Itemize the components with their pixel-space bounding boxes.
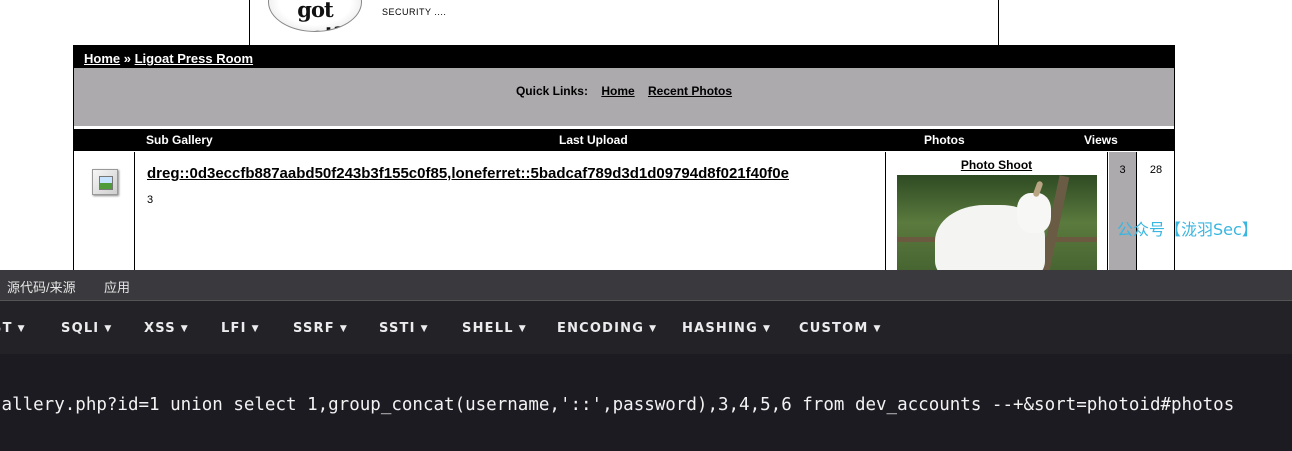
breadcrumb-text: Home » Ligoat Press Room xyxy=(84,51,253,66)
menu-lfi[interactable]: LFI ▼ xyxy=(221,321,260,336)
chevron-down-icon: ▼ xyxy=(17,324,26,334)
menu-custom[interactable]: CUSTOM ▼ xyxy=(799,321,882,336)
chevron-down-icon: ▼ xyxy=(180,324,189,334)
tagline: SECURITY .... xyxy=(382,7,447,17)
menu-hashing[interactable]: HASHING ▼ xyxy=(682,321,771,336)
chevron-down-icon: ▼ xyxy=(104,324,113,334)
chevron-down-icon: ▼ xyxy=(420,324,429,334)
devtools-tabs: 源代码/来源 应用 xyxy=(0,270,1292,301)
column-last-upload: Last Upload xyxy=(559,133,628,147)
tab-application[interactable]: 应用 xyxy=(104,277,130,296)
goat-head xyxy=(1017,193,1051,233)
url-input-area[interactable]: gallery.php?id=1 union select 1,group_co… xyxy=(0,354,1292,451)
table-row: dreg::0d3eccfb887aabd50f243b3f155c0f85,l… xyxy=(74,152,1174,295)
devtools-panel: 源代码/来源 应用 ST▼ SQLI▼ XSS▼ LFI▼ SSRF▼ SSTI… xyxy=(0,270,1292,451)
chevron-down-icon: ▼ xyxy=(762,324,772,334)
breadcrumb-home-link[interactable]: Home xyxy=(84,51,120,66)
hackbar-toolbar: ST▼ SQLI▼ XSS▼ LFI▼ SSRF▼ SSTI▼ SHELL▼ E… xyxy=(0,302,1292,354)
quick-links-label: Quick Links: xyxy=(515,84,588,98)
breadcrumb: Home » Ligoat Press Room xyxy=(74,46,1174,70)
chevron-down-icon: ▼ xyxy=(649,324,658,334)
photo-title-link[interactable]: Photo Shoot xyxy=(886,158,1107,172)
chevron-down-icon: ▼ xyxy=(339,324,348,334)
screen: got goat? SECURITY .... Home » Ligoat Pr… xyxy=(0,0,1292,451)
quick-links: Quick Links: Home Recent Photos xyxy=(74,84,1174,98)
menu-shell[interactable]: SHELL ▼ xyxy=(462,321,527,336)
image-icon[interactable] xyxy=(92,169,118,195)
menu-sqli[interactable]: SQLI ▼ xyxy=(61,321,112,336)
gallery-subtext: 3 xyxy=(147,194,154,206)
column-sub-gallery: Sub Gallery xyxy=(146,133,213,147)
logo: got goat? xyxy=(268,0,362,32)
tab-sources[interactable]: 源代码/来源 xyxy=(7,277,76,296)
quick-link-home[interactable]: Home xyxy=(601,84,634,98)
last-upload-cell: Photo Shoot xyxy=(885,152,1108,295)
gallery-table: Home » Ligoat Press Room Quick Links: Ho… xyxy=(73,45,1175,295)
watermark: 公众号【泷羽Sec】 xyxy=(1117,220,1258,239)
logo-text: got goat? xyxy=(285,0,345,31)
chevron-down-icon: ▼ xyxy=(251,324,260,334)
chevron-down-icon: ▼ xyxy=(873,324,882,334)
menu-xss[interactable]: XSS ▼ xyxy=(144,321,189,336)
column-headers: Sub Gallery Last Upload Photos Views xyxy=(74,129,1174,151)
menu-encoding[interactable]: ENCODING ▼ xyxy=(557,321,657,336)
menu-st[interactable]: ST▼ xyxy=(0,321,26,336)
url-input[interactable]: gallery.php?id=1 union select 1,group_co… xyxy=(0,395,1234,415)
gallery-icon-cell xyxy=(74,152,135,286)
breadcrumb-separator: » xyxy=(120,51,135,66)
quick-links-bar: Quick Links: Home Recent Photos xyxy=(74,70,1174,128)
site-banner: got goat? SECURITY .... xyxy=(249,0,999,46)
gallery-link[interactable]: dreg::0d3eccfb887aabd50f243b3f155c0f85,l… xyxy=(147,165,789,182)
menu-ssrf[interactable]: SSRF ▼ xyxy=(293,321,348,336)
column-views: Views xyxy=(1084,133,1118,147)
breadcrumb-current-link[interactable]: Ligoat Press Room xyxy=(135,51,253,66)
chevron-down-icon: ▼ xyxy=(518,324,527,334)
column-photos: Photos xyxy=(924,133,965,147)
menu-ssti[interactable]: SSTI ▼ xyxy=(379,321,429,336)
quick-link-recent-photos[interactable]: Recent Photos xyxy=(648,84,732,98)
